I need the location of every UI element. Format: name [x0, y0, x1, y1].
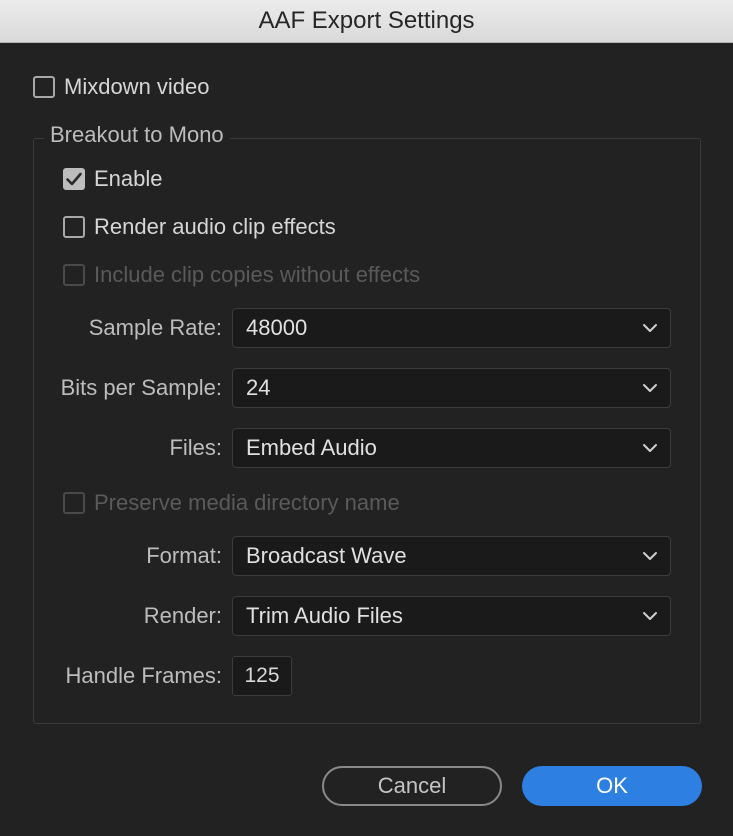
handle-frames-input[interactable]: 125 [232, 656, 292, 696]
include-clip-copies-label: Include clip copies without effects [94, 262, 421, 287]
render-label: Render: [143, 603, 222, 628]
cancel-button[interactable]: Cancel [322, 766, 502, 806]
ok-button[interactable]: OK [522, 766, 702, 806]
render-audio-clip-effects-label: Render audio clip effects [94, 214, 336, 239]
include-clip-copies-checkbox: Include clip copies without effects [63, 262, 420, 288]
preserve-media-directory-label: Preserve media directory name [94, 490, 400, 515]
enable-checkbox[interactable]: Enable [63, 166, 163, 192]
bits-per-sample-dropdown[interactable]: 24 [232, 368, 671, 408]
format-value: Broadcast Wave [246, 543, 407, 568]
sample-rate-label: Sample Rate: [88, 315, 222, 340]
files-value: Embed Audio [246, 435, 377, 460]
window-title: AAF Export Settings [258, 7, 475, 34]
bits-per-sample-value: 24 [246, 375, 271, 400]
mixdown-video-label: Mixdown video [64, 74, 210, 99]
chevron-down-icon [630, 443, 670, 453]
files-dropdown[interactable]: Embed Audio [232, 428, 671, 468]
render-value: Trim Audio Files [246, 603, 403, 628]
title-bar: AAF Export Settings [0, 0, 733, 43]
group-legend: Breakout to Mono [44, 122, 230, 148]
checkbox-box[interactable] [33, 76, 55, 98]
bits-per-sample-label: Bits per Sample: [60, 375, 222, 400]
format-dropdown[interactable]: Broadcast Wave [232, 536, 671, 576]
preserve-media-directory-checkbox: Preserve media directory name [63, 490, 400, 516]
enable-label: Enable [94, 166, 163, 191]
files-label: Files: [169, 435, 222, 460]
checkbox-box[interactable] [63, 168, 85, 190]
checkbox-box[interactable] [63, 216, 85, 238]
chevron-down-icon [630, 323, 670, 333]
mixdown-video-checkbox[interactable]: Mixdown video [33, 74, 210, 100]
aaf-export-dialog: AAF Export Settings Mixdown video Breako… [0, 0, 733, 836]
handle-frames-label: Handle Frames: [65, 663, 222, 688]
sample-rate-value: 48000 [246, 315, 308, 340]
render-dropdown[interactable]: Trim Audio Files [232, 596, 671, 636]
format-label: Format: [146, 543, 222, 568]
checkbox-box [63, 492, 85, 514]
chevron-down-icon [630, 611, 670, 621]
sample-rate-dropdown[interactable]: 48000 [232, 308, 671, 348]
checkmark-icon [66, 172, 82, 186]
checkbox-box [63, 264, 85, 286]
render-audio-clip-effects-checkbox[interactable]: Render audio clip effects [63, 214, 336, 240]
chevron-down-icon [630, 551, 670, 561]
chevron-down-icon [630, 383, 670, 393]
